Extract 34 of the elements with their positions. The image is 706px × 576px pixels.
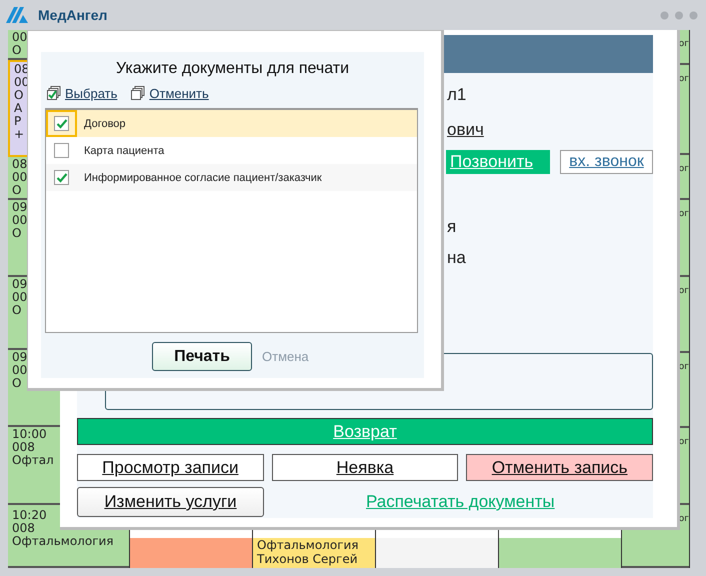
cell-text: 008 [12,441,35,454]
cell-text: 10:20 [12,509,47,522]
cell-text: Офтал [12,454,54,467]
cell-text: О [12,227,22,240]
document-name: Карта пациента [84,144,164,156]
info-text: я [447,217,456,237]
document-name: Договор [84,118,126,130]
cell-text: Офтальмология [12,535,114,548]
cell-text: 09 [12,278,28,291]
cell-text: Р [14,115,22,128]
cell-text: О [12,377,22,390]
cell-text: 00 [12,171,28,184]
cell-text: О [12,184,22,197]
cell-text: 10:00 [12,428,47,441]
info-text: л1 [447,85,466,105]
cell-text: 00 [12,291,28,304]
cell-text: 00 [12,214,28,227]
cell-text: О [12,44,22,57]
cell-text: 08 [12,158,28,171]
app-title: МедАнгел [38,7,108,23]
cell-text: 008 [12,522,35,535]
cell-text: 00 [12,364,28,377]
cell-text: + [14,128,24,141]
info-text: на [447,248,466,268]
document-name: Информированное согласие пациент/заказчик [84,172,322,184]
cell-text: О [12,304,22,317]
cell-text: Тихонов Сергей [257,552,358,566]
cell-text: 09 [12,201,28,214]
cell-text: О [14,89,24,102]
cell-text: 00 [12,31,28,44]
dialog-title: Укажите документы для печати [114,59,350,79]
cell-text: А [14,102,22,115]
cell-text: Офтальмология [257,538,359,552]
cell-text: 09 [12,351,28,364]
